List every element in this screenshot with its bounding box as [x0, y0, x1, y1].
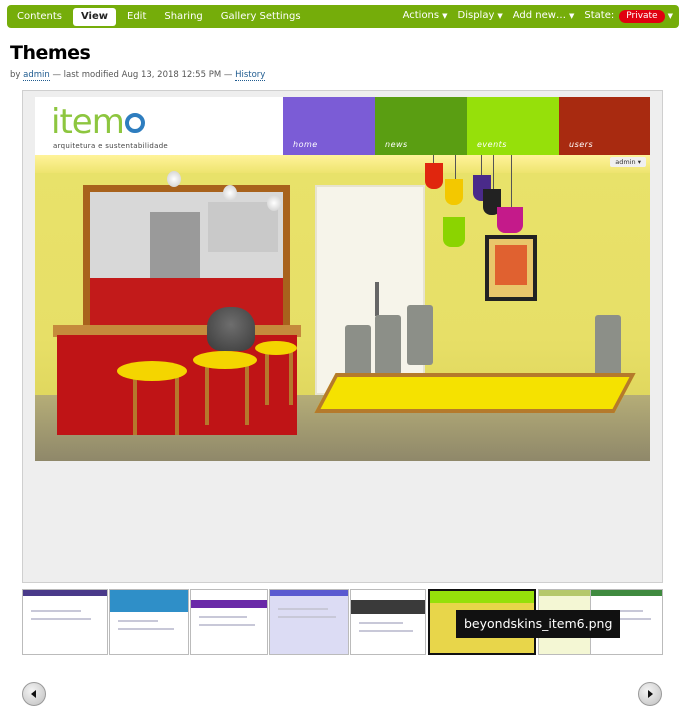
- yellow-stool: [117, 361, 187, 381]
- caret-down-icon: ▼: [568, 12, 575, 20]
- site-logo-text: item: [51, 102, 125, 142]
- toolbar-menus: Actions ▼ Display ▼ Add new… ▼ State: Pr…: [403, 8, 673, 24]
- lamp-wire: [481, 155, 482, 177]
- thumbnail-line: [31, 618, 91, 620]
- site-nav-news: news: [375, 97, 467, 155]
- thumbnail-line: [359, 622, 403, 624]
- pendant-bulb: [267, 195, 281, 211]
- thumbnail-line: [118, 628, 174, 630]
- thumbnail[interactable]: [269, 589, 349, 655]
- pass-through-window: [83, 185, 290, 345]
- caret-down-icon: ▼: [442, 12, 448, 20]
- site-logo: item: [51, 104, 145, 140]
- thumbnail-bar: [351, 600, 425, 614]
- thumbnail-bar: [191, 600, 267, 608]
- main-image[interactable]: item arquitetura e sustentabilidade home…: [35, 97, 650, 461]
- display-menu[interactable]: Display ▼: [458, 8, 503, 24]
- site-nav-label: events: [477, 140, 507, 149]
- author-link[interactable]: admin: [23, 70, 50, 81]
- byline-by: by: [10, 70, 21, 80]
- tab-view[interactable]: View: [72, 8, 116, 26]
- history-link[interactable]: History: [235, 70, 266, 81]
- lamp-wire: [493, 155, 494, 191]
- kitchen-cabinet: [208, 202, 278, 252]
- cat: [207, 307, 255, 351]
- thumbnail-bar: [591, 590, 662, 596]
- document-byline: by admin — last modified Aug 13, 2018 12…: [10, 70, 266, 81]
- thumbnail-line: [118, 620, 158, 622]
- thumbnail-line: [31, 610, 81, 612]
- thumbnail-line: [199, 616, 247, 618]
- thumbnail-tooltip: beyondskins_item6.png: [456, 610, 621, 638]
- tab-contents[interactable]: Contents: [10, 8, 69, 26]
- site-header: item arquitetura e sustentabilidade home…: [35, 97, 650, 155]
- next-arrow-icon: [648, 690, 653, 698]
- site-nav-label: news: [385, 140, 408, 149]
- yellow-stool: [193, 351, 257, 369]
- lamp-wire: [511, 155, 512, 207]
- thumbnail-bar: [430, 591, 534, 603]
- state-menu-label: State:: [584, 10, 615, 21]
- edit-toolbar: Contents View Edit Sharing Gallery Setti…: [7, 5, 679, 28]
- tab-gallery-settings[interactable]: Gallery Settings: [214, 8, 308, 26]
- prev-arrow-icon: [31, 690, 36, 698]
- site-nav-home: home: [283, 97, 375, 155]
- tab-edit[interactable]: Edit: [120, 8, 153, 26]
- site-admin-menu: admin ▾: [610, 157, 646, 167]
- caret-down-icon: ▼: [497, 12, 503, 20]
- poster-art: [495, 245, 527, 285]
- logo-circle-icon: [124, 113, 145, 133]
- pendant-bulb: [223, 185, 237, 201]
- pendant-lamp: [497, 207, 523, 233]
- add-new-menu-label: Add new…: [512, 10, 566, 21]
- thumbnail-bar: [110, 590, 188, 612]
- thumbnail[interactable]: [22, 589, 108, 655]
- actions-menu[interactable]: Actions ▼: [403, 8, 448, 24]
- chair: [375, 315, 401, 375]
- state-menu[interactable]: State: Private ▼: [584, 8, 673, 24]
- kitchen-photo: [35, 155, 650, 461]
- site-nav-label: home: [293, 140, 318, 149]
- thumbnail[interactable]: [190, 589, 268, 655]
- yellow-stool: [255, 341, 297, 355]
- thumbnail-bar: [23, 590, 107, 596]
- chair: [407, 305, 433, 365]
- caret-down-icon: ▼: [667, 12, 673, 20]
- pendant-bulb: [167, 171, 181, 187]
- modified-text: — last modified Aug 13, 2018 12:55 PM —: [52, 70, 233, 80]
- next-image-button[interactable]: [638, 682, 662, 706]
- ceiling-glow: [35, 155, 650, 173]
- thumbnail-line: [278, 616, 336, 618]
- tab-sharing[interactable]: Sharing: [157, 8, 209, 26]
- thumbnail-bar: [539, 590, 593, 596]
- thumbnail[interactable]: [350, 589, 426, 655]
- gallery-viewer: item arquitetura e sustentabilidade home…: [22, 90, 663, 583]
- thumbnail-line: [199, 624, 255, 626]
- page-title: Themes: [10, 42, 91, 64]
- site-nav: home news events users: [283, 97, 650, 155]
- thumbnail-line: [278, 608, 328, 610]
- actions-menu-label: Actions: [402, 10, 440, 21]
- state-badge: Private: [619, 9, 665, 23]
- pendant-lamp: [445, 179, 463, 205]
- display-menu-label: Display: [457, 10, 495, 21]
- site-nav-events: events: [467, 97, 559, 155]
- pendant-lamp: [443, 217, 465, 247]
- thumbnail-line: [359, 630, 413, 632]
- yellow-table: [314, 373, 636, 413]
- site-nav-label: users: [569, 140, 594, 149]
- add-new-menu[interactable]: Add new… ▼: [513, 8, 575, 24]
- framed-poster: [485, 235, 537, 301]
- thumbnail-bar: [270, 590, 348, 596]
- door-handle: [375, 282, 379, 316]
- site-tagline: arquitetura e sustentabilidade: [53, 142, 169, 150]
- previous-image-button[interactable]: [22, 682, 46, 706]
- pendant-lamp: [425, 163, 443, 189]
- toolbar-tabs: Contents View Edit Sharing Gallery Setti…: [10, 8, 308, 26]
- thumbnail[interactable]: [109, 589, 189, 655]
- stool-leg: [289, 345, 293, 405]
- lamp-wire: [455, 155, 456, 181]
- site-nav-users: users: [559, 97, 650, 155]
